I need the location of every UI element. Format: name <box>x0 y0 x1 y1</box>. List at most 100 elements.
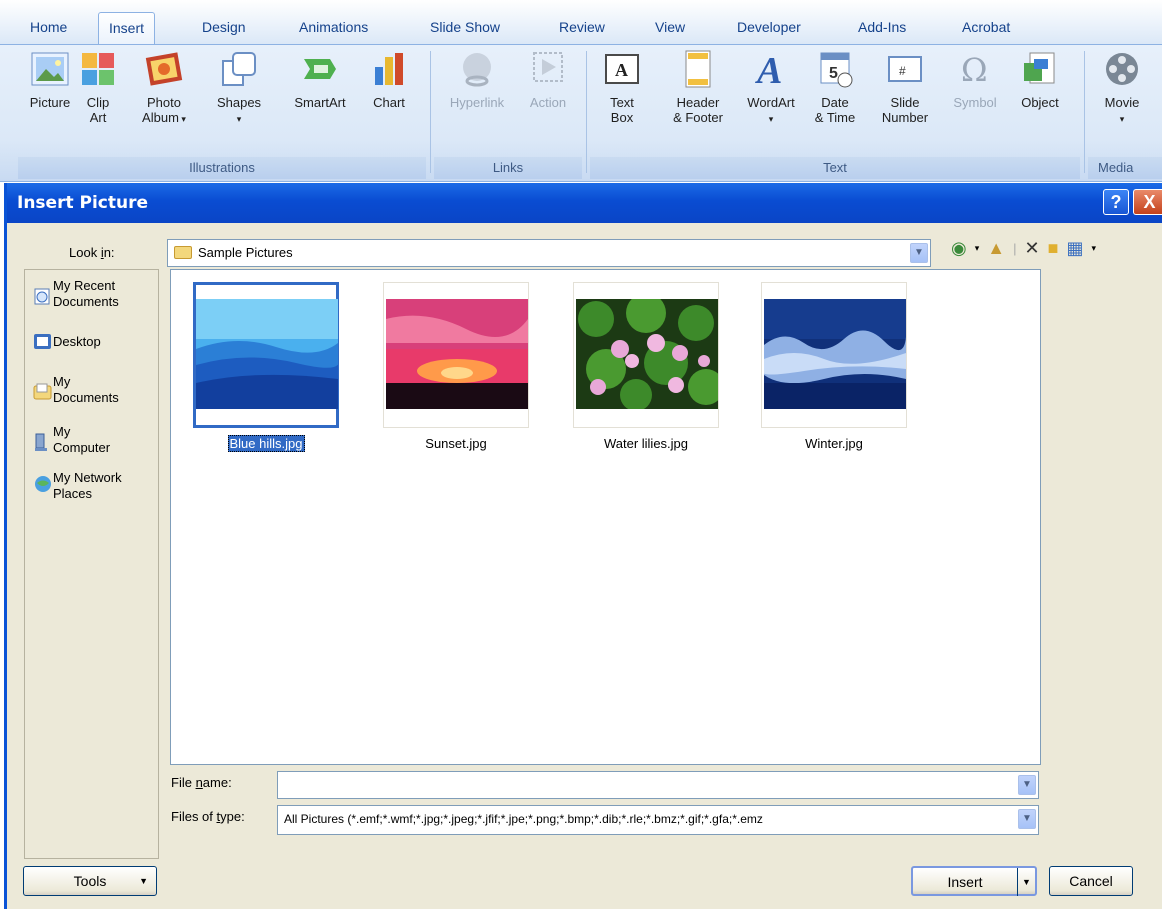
chevron-down-icon[interactable]: ▼ <box>1018 775 1036 795</box>
text-group: A Text Box Header & Footer A WordArt ▾ 5 … <box>590 45 1080 179</box>
file-name-label: Winter.jpg <box>805 436 863 451</box>
smartart-icon <box>300 49 340 89</box>
date-time-button[interactable]: 5 Date & Time <box>804 49 866 125</box>
file-name-input[interactable]: ▼ <box>277 771 1039 799</box>
text-box-button[interactable]: A Text Box <box>594 49 650 125</box>
place-network-places[interactable]: My Network Places <box>31 470 159 506</box>
illustrations-group-label: Illustrations <box>18 157 426 179</box>
object-button[interactable]: Object <box>1008 49 1072 110</box>
winter-image <box>762 299 906 409</box>
insert-dropdown-icon[interactable]: ▼ <box>1017 868 1035 896</box>
tools-label: Tools <box>73 873 107 889</box>
text-box-label: Text Box <box>610 95 634 125</box>
date-time-label: Date & Time <box>814 95 856 125</box>
smartart-button[interactable]: SmartArt <box>280 49 360 110</box>
dialog-toolbar: ◉ ▾ ▲ | ✕ ■ ▦ ▾ <box>951 233 1096 263</box>
tab-acrobat[interactable]: Acrobat <box>952 12 1020 42</box>
object-icon <box>1020 49 1060 89</box>
header-footer-button[interactable]: Header & Footer <box>660 49 736 125</box>
tab-insert[interactable]: Insert <box>98 12 156 45</box>
place-desktop[interactable]: Desktop <box>31 334 159 354</box>
place-label: Desktop <box>53 334 101 349</box>
links-group: Hyperlink Action Links <box>434 45 582 179</box>
tab-developer[interactable]: Developer <box>727 12 811 42</box>
insert-label: Insert <box>947 874 983 890</box>
help-button[interactable]: ? <box>1103 189 1129 215</box>
file-list-view: Blue hills.jpg Sunset.jpg Water lilies.j… <box>170 269 1041 765</box>
hyperlink-icon <box>457 49 497 89</box>
place-label: My Documents <box>53 374 119 405</box>
look-in-value: Sample Pictures <box>198 245 293 260</box>
file-thumbnail-sunset[interactable]: Sunset.jpg <box>383 282 529 451</box>
omega-symbol-icon: Ω <box>955 49 995 89</box>
svg-text:A: A <box>615 60 628 80</box>
chevron-down-icon[interactable]: ▼ <box>910 243 928 263</box>
wordart-label: WordArt ▾ <box>747 95 795 124</box>
shapes-button[interactable]: Shapes ▾ <box>204 49 274 127</box>
place-my-computer[interactable]: My Computer <box>31 424 159 460</box>
up-folder-icon[interactable]: ▲ <box>987 238 1005 258</box>
look-in-dropdown[interactable]: Sample Pictures ▼ <box>167 239 931 267</box>
back-dropdown-icon[interactable]: ▾ <box>975 243 980 254</box>
picture-icon <box>30 49 70 89</box>
tab-review[interactable]: Review <box>549 12 615 42</box>
header-footer-label: Header & Footer <box>673 95 723 125</box>
slide-number-icon: # <box>885 49 925 89</box>
symbol-button[interactable]: Ω Symbol <box>942 49 1008 110</box>
group-separator <box>1084 51 1085 173</box>
file-thumbnail-blue-hills[interactable]: Blue hills.jpg <box>193 282 340 452</box>
place-label: My Recent Documents <box>53 278 119 309</box>
thumbnail-frame <box>573 282 724 428</box>
close-button[interactable]: X <box>1133 189 1162 215</box>
new-folder-icon[interactable]: ■ <box>1048 238 1059 258</box>
tab-view[interactable]: View <box>645 12 695 42</box>
my-computer-icon <box>33 432 53 452</box>
action-label: Action <box>529 95 567 110</box>
photo-album-button[interactable]: Photo Album ▾ <box>130 49 198 127</box>
wordart-button[interactable]: A WordArt ▾ <box>738 49 804 127</box>
svg-text:#: # <box>899 64 906 78</box>
water-lilies-image <box>576 293 724 411</box>
chevron-down-icon[interactable]: ▼ <box>1018 809 1036 829</box>
ribbon-panel: Picture Clip Art Photo Album ▾ Shapes ▾ S… <box>0 44 1162 182</box>
smartart-label: SmartArt <box>294 95 346 110</box>
insert-button[interactable]: Insert ▼ <box>911 866 1037 896</box>
media-group-label: Media <box>1088 157 1162 179</box>
movie-button[interactable]: Movie ▾ <box>1092 49 1152 127</box>
file-thumbnail-winter[interactable]: Winter.jpg <box>761 282 907 451</box>
tab-slide-show[interactable]: Slide Show <box>420 12 510 42</box>
place-my-documents[interactable]: My Documents <box>31 374 159 410</box>
place-label: My Network Places <box>53 470 122 501</box>
cancel-button[interactable]: Cancel <box>1049 866 1133 896</box>
tab-add-ins[interactable]: Add-Ins <box>848 12 916 42</box>
chart-icon <box>369 49 409 89</box>
back-icon[interactable]: ◉ <box>951 238 967 258</box>
svg-text:5: 5 <box>829 65 838 82</box>
hyperlink-button[interactable]: Hyperlink <box>438 49 516 110</box>
views-dropdown-icon[interactable]: ▾ <box>1091 243 1096 254</box>
place-recent-documents[interactable]: My Recent Documents <box>31 278 159 314</box>
tools-button[interactable]: Tools ▼ <box>23 866 157 896</box>
places-bar: My Recent Documents Desktop My Documents… <box>24 269 159 859</box>
photo-album-icon <box>144 49 184 89</box>
chart-button[interactable]: Chart <box>360 49 418 110</box>
group-separator <box>430 51 431 173</box>
slide-number-button[interactable]: # Slide Number <box>872 49 938 125</box>
tab-home[interactable]: Home <box>20 12 77 42</box>
delete-icon[interactable]: ✕ <box>1024 238 1039 258</box>
thumbnail-frame <box>193 282 340 428</box>
wordart-icon: A <box>751 49 791 92</box>
desktop-icon <box>33 332 53 352</box>
clip-art-button[interactable]: Clip Art <box>70 49 126 125</box>
action-button[interactable]: Action <box>518 49 578 110</box>
object-label: Object <box>1021 95 1059 110</box>
look-in-label: Look in: <box>69 245 115 260</box>
views-icon[interactable]: ▦ <box>1066 238 1083 258</box>
files-of-type-dropdown[interactable]: All Pictures (*.emf;*.wmf;*.jpg;*.jpeg;*… <box>277 805 1039 835</box>
file-thumbnail-water-lilies[interactable]: Water lilies.jpg <box>573 282 724 451</box>
tab-animations[interactable]: Animations <box>289 12 378 42</box>
tab-design[interactable]: Design <box>192 12 256 42</box>
files-of-type-label: Files of type: <box>171 809 245 824</box>
recent-documents-icon <box>33 286 53 306</box>
illustrations-group: Picture Clip Art Photo Album ▾ Shapes ▾ S… <box>18 45 426 179</box>
